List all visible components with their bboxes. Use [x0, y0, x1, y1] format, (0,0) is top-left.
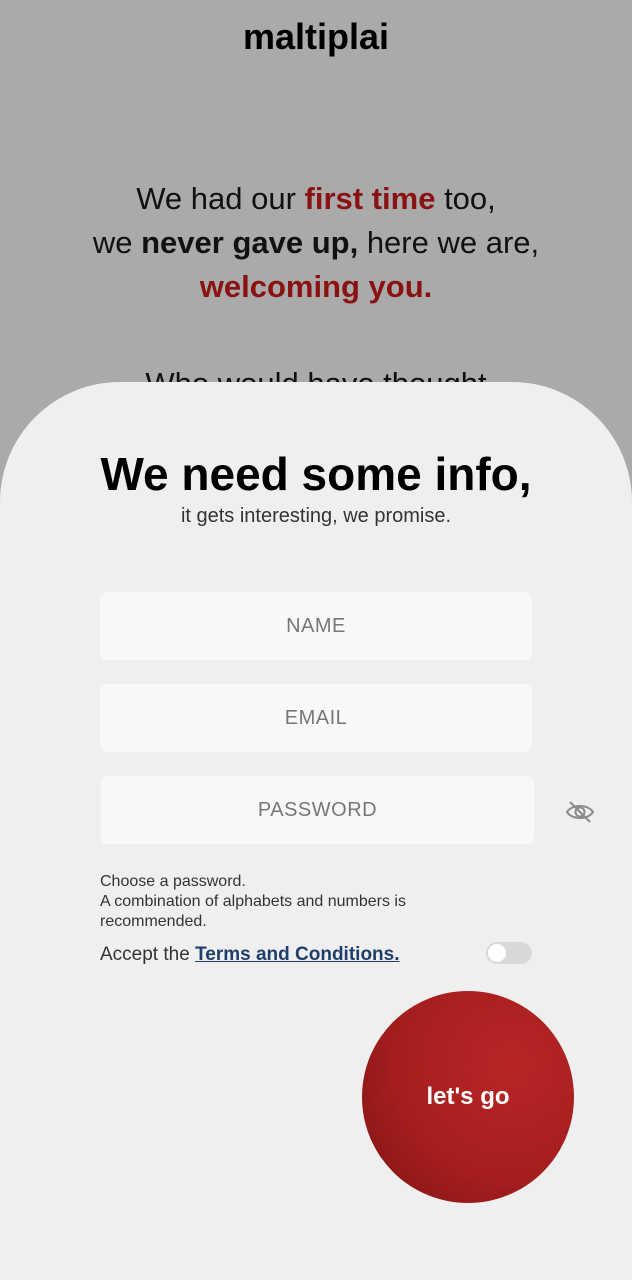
toggle-knob [488, 944, 506, 962]
welcome-line-2: we never gave up, here we are, [92, 225, 540, 260]
welcome-message: We had our first time too, we never gave… [0, 177, 632, 309]
terms-link[interactable]: Terms and Conditions. [195, 944, 399, 965]
name-field[interactable] [100, 592, 532, 660]
welcome-line-3: welcoming you. [199, 269, 433, 304]
lets-go-button[interactable]: let's go [362, 991, 574, 1203]
welcome-line-1: We had our first time too, [136, 181, 496, 216]
password-field[interactable] [101, 776, 534, 844]
form-heading: We need some info, [100, 448, 532, 500]
app-title: maltiplai [242, 16, 390, 57]
terms-prefix: Accept the [100, 944, 196, 965]
eye-off-icon[interactable] [564, 798, 596, 826]
password-hint: Choose a password. A combination of alph… [100, 873, 406, 930]
terms-row: Accept the Terms and Conditions. [100, 944, 400, 966]
form-subheading: it gets interesting, we promise. [180, 505, 452, 527]
email-field[interactable] [100, 684, 532, 752]
terms-toggle[interactable] [486, 942, 532, 964]
